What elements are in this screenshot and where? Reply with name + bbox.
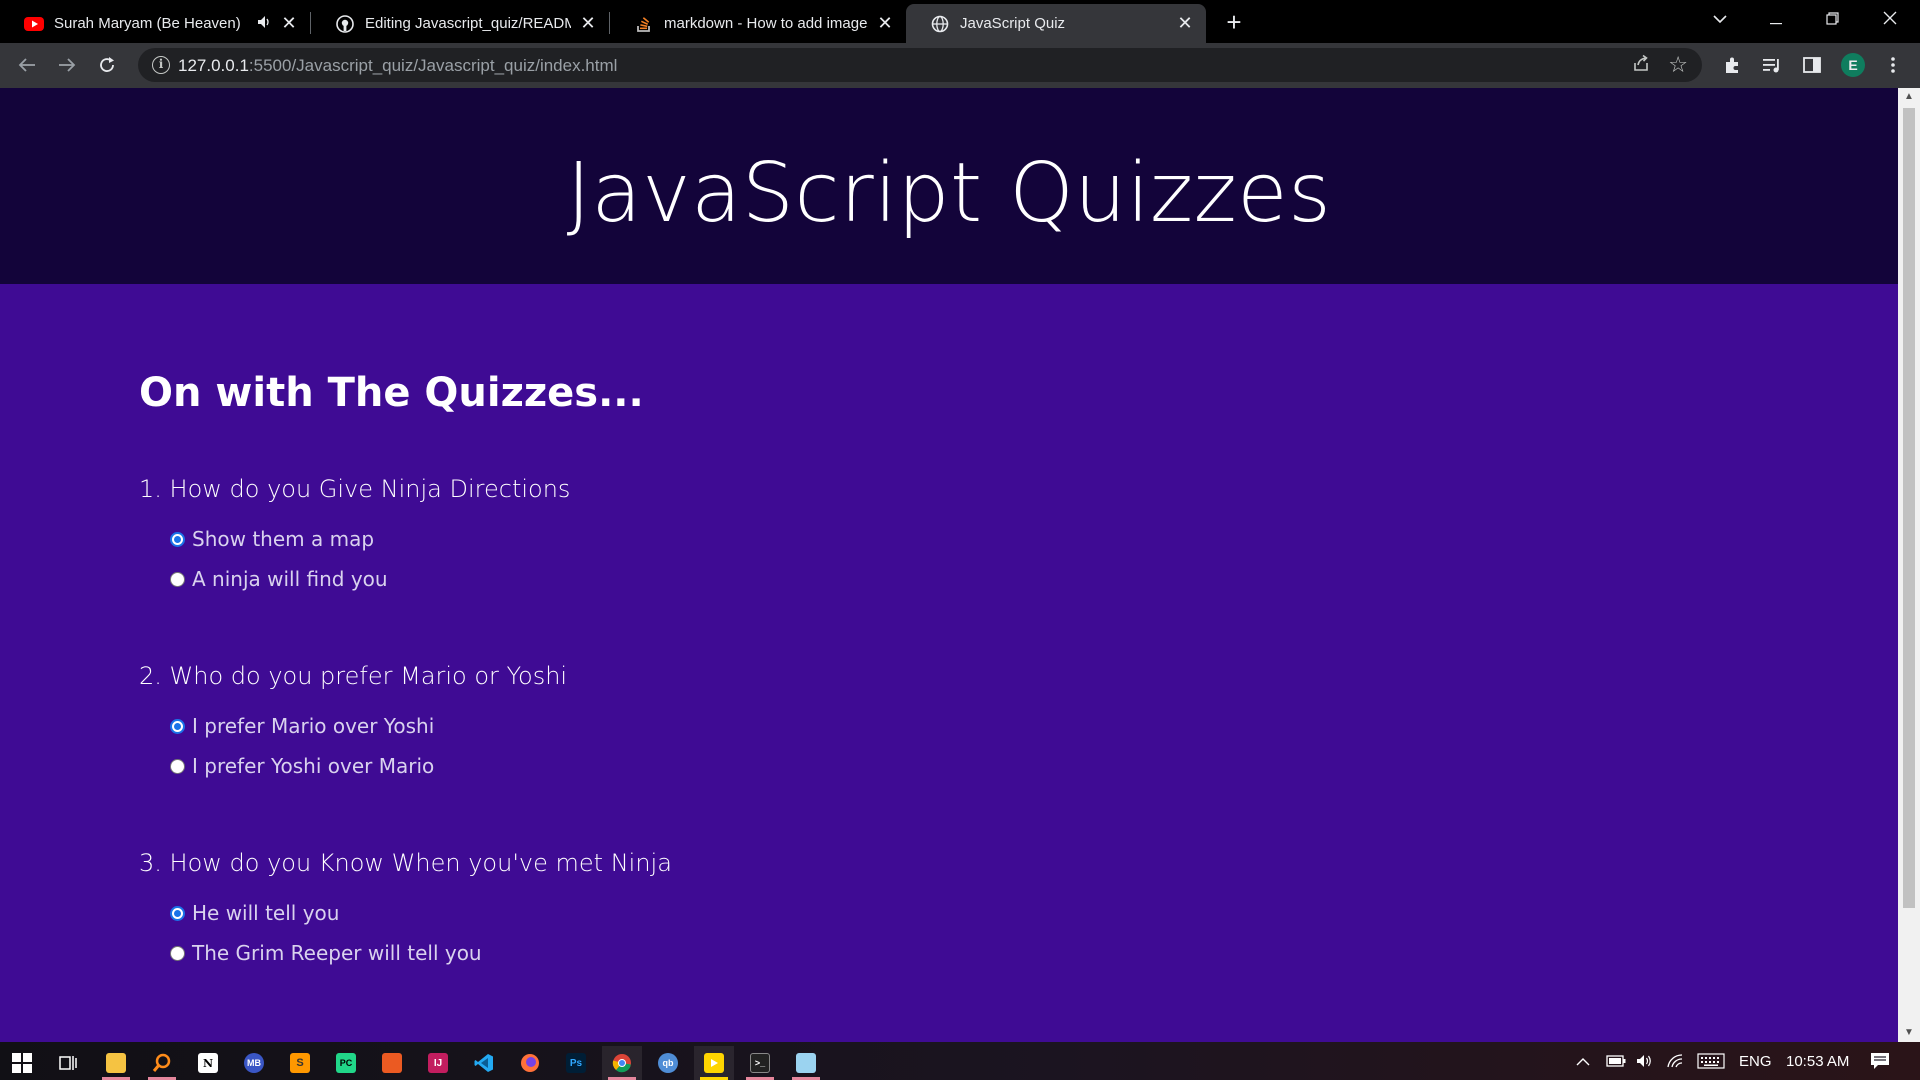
tab-youtube[interactable]: Surah Maryam (Be Heaven) ✕: [0, 4, 310, 43]
file-explorer-icon[interactable]: [96, 1046, 136, 1080]
youtube-icon: [24, 14, 44, 34]
malwarebytes-icon[interactable]: MB: [234, 1046, 274, 1080]
github-icon: [335, 14, 355, 34]
option-label: The Grim Reeper will tell you: [192, 941, 482, 965]
tab-title: JavaScript Quiz: [960, 15, 1066, 32]
firefox-icon[interactable]: [510, 1046, 550, 1080]
page-scrollbar[interactable]: ▲ ▼: [1898, 88, 1920, 1042]
volume-icon[interactable]: [1636, 1042, 1654, 1080]
office-icon[interactable]: [372, 1046, 412, 1080]
tab-title: markdown - How to add images: [664, 15, 868, 32]
question-2: 2. Who do you prefer Mario or Yoshi I pr…: [139, 662, 1339, 778]
notification-center-icon[interactable]: [1870, 1042, 1890, 1080]
option-label: I prefer Yoshi over Mario: [192, 754, 435, 778]
url-host: 127.0.0.1: [178, 56, 249, 75]
option-a-ninja-will-find-you[interactable]: A ninja will find you: [170, 567, 388, 591]
task-view-icon[interactable]: [48, 1046, 88, 1080]
qbittorrent-icon[interactable]: qb: [648, 1046, 688, 1080]
tab-title: Surah Maryam (Be Heaven): [54, 15, 241, 32]
site-info-icon[interactable]: i: [152, 56, 170, 74]
speaker-icon[interactable]: [258, 16, 272, 31]
site-header: JavaScript Quizzes: [0, 88, 1898, 284]
wifi-icon[interactable]: [1666, 1042, 1684, 1080]
extensions-icon[interactable]: [1716, 49, 1748, 81]
back-icon[interactable]: [11, 49, 43, 81]
site-title: JavaScript Quizzes: [566, 146, 1332, 241]
radio-button[interactable]: [170, 571, 185, 587]
stackoverflow-icon: [634, 14, 654, 34]
close-icon[interactable]: ✕: [280, 13, 298, 34]
close-window-icon[interactable]: [1862, 0, 1918, 40]
minimize-icon[interactable]: [1748, 0, 1804, 40]
tab-title: Editing Javascript_quiz/README.r: [365, 15, 571, 32]
scroll-down-arrow-icon[interactable]: ▼: [1898, 1024, 1920, 1042]
option-he-will-tell-you[interactable]: He will tell you: [170, 901, 339, 925]
language-indicator[interactable]: ENG: [1739, 1042, 1772, 1080]
windows-taskbar: N MB S PC IJ Ps qb >_ ENG 10:53 AM: [0, 1042, 1920, 1080]
terminal-icon[interactable]: >_: [740, 1046, 780, 1080]
radio-button[interactable]: [170, 945, 185, 961]
option-show-them-a-map[interactable]: Show them a map: [170, 527, 374, 551]
url-path: :5500/Javascript_quiz/Javascript_quiz/in…: [248, 56, 618, 75]
url-text: 127.0.0.1:5500/Javascript_quiz/Javascrip…: [178, 56, 617, 76]
question-3: 3. How do you Know When you've met Ninja…: [139, 849, 1339, 965]
windows-start-icon[interactable]: [2, 1046, 42, 1080]
page-viewport: JavaScript Quizzes On with The Quizzes..…: [0, 88, 1898, 1042]
question-1: 1. How do you Give Ninja Directions Show…: [139, 475, 1339, 591]
notepad-icon[interactable]: [786, 1046, 826, 1080]
close-icon[interactable]: ✕: [579, 13, 597, 34]
tab-strip: Surah Maryam (Be Heaven) ✕ Editing Javas…: [0, 0, 1920, 43]
question-text: 1. How do you Give Ninja Directions: [139, 475, 571, 503]
question-text: 2. Who do you prefer Mario or Yoshi: [139, 662, 568, 690]
vscode-icon[interactable]: [464, 1046, 504, 1080]
option-label: I prefer Mario over Yoshi: [192, 714, 435, 738]
radio-button[interactable]: [170, 718, 185, 734]
chrome-icon[interactable]: [602, 1046, 642, 1080]
tab-stackoverflow[interactable]: markdown - How to add images ✕: [610, 4, 906, 43]
keyboard-icon[interactable]: [1697, 1042, 1725, 1080]
scrollbar-thumb[interactable]: [1903, 108, 1915, 908]
menu-kebab-icon[interactable]: [1877, 49, 1909, 81]
tab-javascript-quiz[interactable]: JavaScript Quiz ✕: [906, 4, 1206, 43]
option-grim-reeper[interactable]: The Grim Reeper will tell you: [170, 941, 482, 965]
globe-icon: [930, 14, 950, 34]
battery-icon[interactable]: [1606, 1042, 1626, 1080]
radio-button[interactable]: [170, 758, 185, 774]
quiz-section: On with The Quizzes... 1. How do you Giv…: [139, 370, 1739, 965]
side-panel-icon[interactable]: [1796, 49, 1828, 81]
section-heading: On with The Quizzes...: [139, 370, 644, 416]
share-icon[interactable]: [1632, 54, 1650, 77]
sublime-text-icon[interactable]: S: [280, 1046, 320, 1080]
reload-icon[interactable]: [91, 49, 123, 81]
tab-search-icon[interactable]: [1692, 0, 1748, 40]
profile-avatar[interactable]: E: [1841, 53, 1865, 77]
close-icon[interactable]: ✕: [1176, 13, 1194, 34]
close-icon[interactable]: ✕: [876, 13, 894, 34]
tab-github[interactable]: Editing Javascript_quiz/README.r ✕: [311, 4, 609, 43]
option-prefer-yoshi[interactable]: I prefer Yoshi over Mario: [170, 754, 434, 778]
radio-button[interactable]: [170, 531, 185, 547]
option-label: Show them a map: [192, 527, 375, 551]
address-bar[interactable]: i 127.0.0.1:5500/Javascript_quiz/Javascr…: [138, 48, 1702, 82]
browser-toolbar: i 127.0.0.1:5500/Javascript_quiz/Javascr…: [0, 43, 1920, 88]
restore-icon[interactable]: [1804, 0, 1860, 40]
bookmark-star-icon[interactable]: ☆: [1668, 52, 1688, 78]
forward-icon[interactable]: [51, 49, 83, 81]
clock[interactable]: 10:53 AM: [1786, 1042, 1849, 1080]
new-tab-button[interactable]: +: [1218, 6, 1250, 38]
question-text: 3. How do you Know When you've met Ninja: [139, 849, 672, 877]
option-prefer-mario[interactable]: I prefer Mario over Yoshi: [170, 714, 434, 738]
radio-button[interactable]: [170, 905, 185, 921]
intellij-icon[interactable]: IJ: [418, 1046, 458, 1080]
pycharm-icon[interactable]: PC: [326, 1046, 366, 1080]
media-control-icon[interactable]: [1756, 49, 1788, 81]
media-player-icon[interactable]: [694, 1046, 734, 1080]
notion-icon[interactable]: N: [188, 1046, 228, 1080]
option-label: A ninja will find you: [192, 567, 388, 591]
photoshop-icon[interactable]: Ps: [556, 1046, 596, 1080]
search-app-icon[interactable]: [142, 1046, 182, 1080]
option-label: He will tell you: [192, 901, 340, 925]
scroll-up-arrow-icon[interactable]: ▲: [1898, 88, 1920, 106]
show-hidden-icons-icon[interactable]: [1576, 1042, 1590, 1080]
